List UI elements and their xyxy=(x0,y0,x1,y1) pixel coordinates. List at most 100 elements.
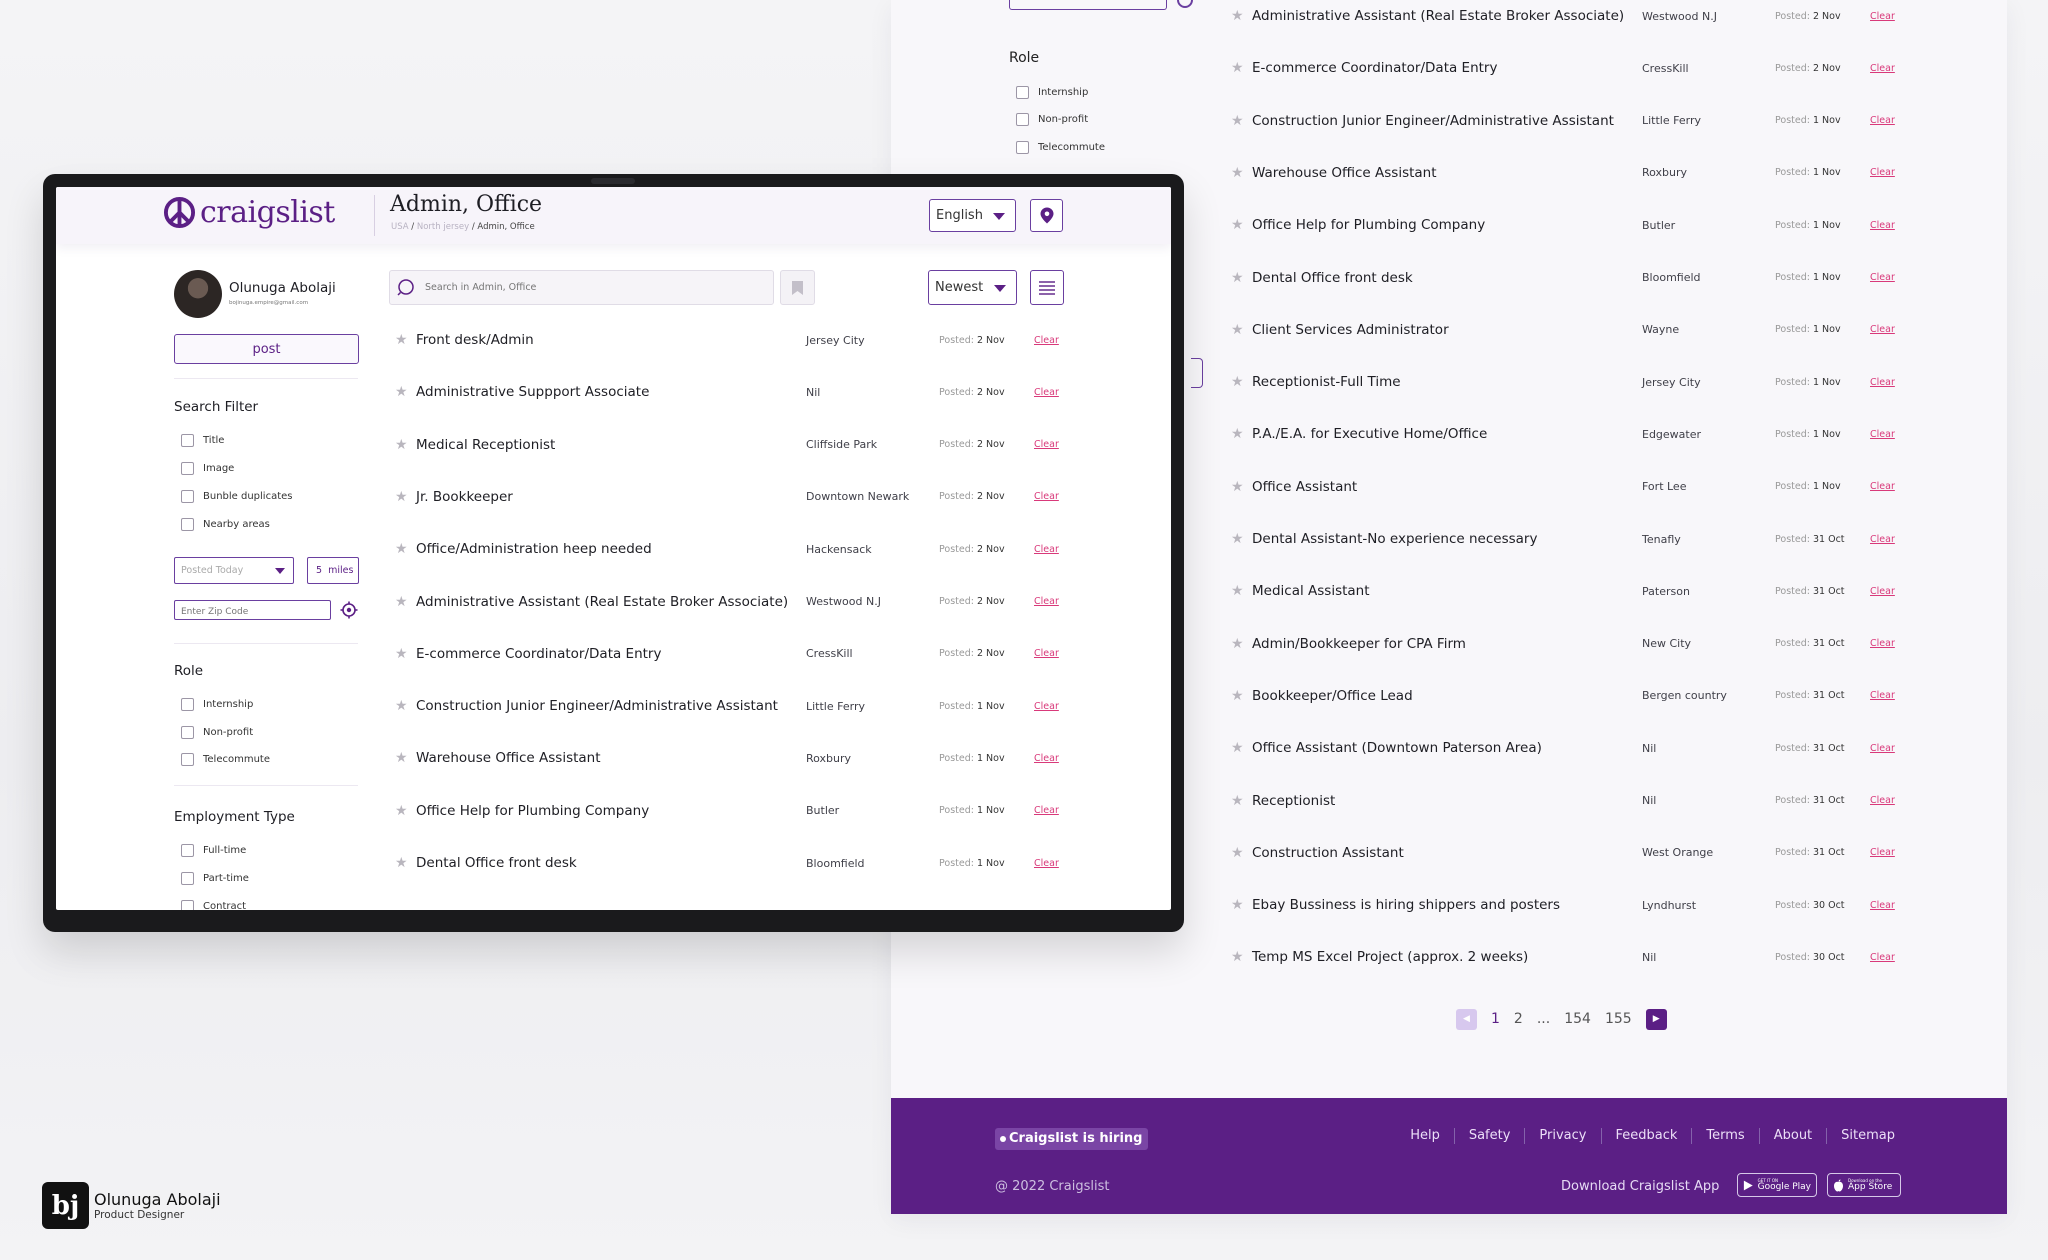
clear-link[interactable]: Clear xyxy=(1870,534,1895,545)
checkbox-icon[interactable] xyxy=(181,490,194,503)
star-icon[interactable]: ★ xyxy=(1231,322,1245,338)
listing-title[interactable]: Administrative Assistant (Real Estate Br… xyxy=(416,594,806,610)
clear-link[interactable]: Clear xyxy=(1034,753,1059,764)
listing-title[interactable]: Front desk/Admin xyxy=(416,332,806,348)
employment-fulltime-checkbox[interactable]: Full-time xyxy=(181,844,246,857)
listing-title[interactable]: P.A./E.A. for Executive Home/Office xyxy=(1252,426,1642,442)
listing-title[interactable]: Receptionist xyxy=(1252,793,1642,809)
role-nonprofit-checkbox[interactable]: Non-profit xyxy=(1016,113,1088,126)
star-icon[interactable]: ★ xyxy=(1231,583,1245,599)
clear-link[interactable]: Clear xyxy=(1870,481,1895,492)
hiring-badge[interactable]: Craigslist is hiring xyxy=(995,1128,1149,1150)
listing-row[interactable]: ★ Jr. Bookkeeper Downtown Newark Posted: 2 … xyxy=(389,471,1089,523)
listing-title[interactable]: Temp MS Excel Project (approx. 2 weeks) xyxy=(1252,949,1642,965)
filter-image-checkbox[interactable]: Image xyxy=(181,462,234,475)
clear-link[interactable]: Clear xyxy=(1034,648,1059,659)
star-icon[interactable]: ★ xyxy=(1231,531,1245,547)
role-internship-checkbox[interactable]: Internship xyxy=(1016,86,1088,99)
listing-title[interactable]: Dental Assistant-No experience necessary xyxy=(1252,531,1642,547)
listing-title[interactable]: Office Help for Plumbing Company xyxy=(416,803,806,819)
checkbox-icon[interactable] xyxy=(181,872,194,885)
star-icon[interactable]: ★ xyxy=(395,803,409,819)
listing-title[interactable]: Jr. Bookkeeper xyxy=(416,489,806,505)
star-icon[interactable]: ★ xyxy=(1231,636,1245,652)
star-icon[interactable]: ★ xyxy=(1231,217,1245,233)
listing-title[interactable]: Office Assistant (Downtown Paterson Area… xyxy=(1252,740,1642,756)
checkbox-icon[interactable] xyxy=(181,753,194,766)
listing-title[interactable]: Administrative Suppport Associate xyxy=(416,384,806,400)
listing-row[interactable]: ★ Dental Office front desk Bloomfield Poste… xyxy=(389,837,1089,889)
avatar[interactable] xyxy=(174,270,222,318)
page-2-link[interactable]: 2 xyxy=(1514,1011,1523,1027)
star-icon[interactable]: ★ xyxy=(1231,845,1245,861)
craigslist-logo[interactable]: craigslist xyxy=(163,195,335,230)
star-icon[interactable]: ★ xyxy=(1231,113,1245,129)
clear-link[interactable]: Clear xyxy=(1034,387,1059,398)
clear-link[interactable]: Clear xyxy=(1870,638,1895,649)
listing-row[interactable]: ★ Receptionist-Full Time Jersey City Posted… xyxy=(1231,356,1931,408)
clear-link[interactable]: Clear xyxy=(1870,324,1895,335)
footer-link-privacy[interactable]: Privacy xyxy=(1524,1128,1600,1144)
star-icon[interactable]: ★ xyxy=(1231,426,1245,442)
listing-title[interactable]: Office/Administration heep needed xyxy=(416,541,806,557)
listing-row[interactable]: ★ Front desk/Admin Jersey City Posted: 2 No… xyxy=(389,314,1089,366)
listing-row[interactable]: ★ Warehouse Office Assistant Roxbury Posted… xyxy=(389,732,1089,784)
star-icon[interactable]: ★ xyxy=(1231,793,1245,809)
star-icon[interactable]: ★ xyxy=(1231,8,1245,24)
star-icon[interactable]: ★ xyxy=(395,698,409,714)
listing-row[interactable]: ★ Office Assistant Fort Lee Posted: 1 Nov Cl… xyxy=(1231,461,1931,513)
checkbox-icon[interactable] xyxy=(181,900,194,910)
listing-row[interactable]: ★ Construction Junior Engineer/Administra… xyxy=(1231,95,1931,147)
clear-link[interactable]: Clear xyxy=(1870,272,1895,283)
clear-link[interactable]: Clear xyxy=(1870,586,1895,597)
list-view-button[interactable] xyxy=(1030,270,1064,305)
checkbox-icon[interactable] xyxy=(181,726,194,739)
clear-link[interactable]: Clear xyxy=(1034,596,1059,607)
zip-code-input[interactable] xyxy=(1009,0,1167,10)
listing-row[interactable]: ★ Medical Receptionist Cliffside Park Poste… xyxy=(389,419,1089,471)
listing-row[interactable]: ★ Office/Administration heep needed Hacken… xyxy=(389,523,1089,575)
page-1-link[interactable]: 1 xyxy=(1491,1011,1500,1027)
posted-date-select[interactable]: Posted Today xyxy=(174,557,294,584)
listing-row[interactable]: ★ Dental Office front desk Bloomfield Poste… xyxy=(1231,252,1931,304)
checkbox-icon[interactable] xyxy=(1016,86,1029,99)
clear-link[interactable]: Clear xyxy=(1870,167,1895,178)
star-icon[interactable]: ★ xyxy=(1231,897,1245,913)
locate-icon[interactable] xyxy=(340,601,358,619)
clear-link[interactable]: Clear xyxy=(1034,858,1059,869)
listing-title[interactable]: Warehouse Office Assistant xyxy=(1252,165,1642,181)
listing-row[interactable]: ★ Administrative Assistant (Real Estate B… xyxy=(389,576,1089,628)
listing-title[interactable]: Office Assistant xyxy=(1252,479,1642,495)
listing-title[interactable]: Bookkeeper/Office Lead xyxy=(1252,688,1642,704)
clear-link[interactable]: Clear xyxy=(1870,690,1895,701)
clear-link[interactable]: Clear xyxy=(1870,63,1895,74)
listing-title[interactable]: Construction Junior Engineer/Administrat… xyxy=(1252,113,1642,129)
breadcrumb-usa[interactable]: USA xyxy=(391,222,409,232)
listing-row[interactable]: ★ E-commerce Coordinator/Data Entry CressK… xyxy=(389,628,1089,680)
checkbox-icon[interactable] xyxy=(181,844,194,857)
google-play-badge[interactable]: GET IT ON Google Play xyxy=(1737,1173,1817,1197)
star-icon[interactable]: ★ xyxy=(1231,740,1245,756)
listing-row[interactable]: ★ Dental Assistant-No experience necessar… xyxy=(1231,513,1931,565)
clear-link[interactable]: Clear xyxy=(1034,491,1059,502)
checkbox-icon[interactable] xyxy=(181,462,194,475)
listing-row[interactable]: ★ E-commerce Coordinator/Data Entry CressK… xyxy=(1231,42,1931,94)
listing-title[interactable]: Receptionist-Full Time xyxy=(1252,374,1642,390)
star-icon[interactable]: ★ xyxy=(1231,949,1245,965)
clear-link[interactable]: Clear xyxy=(1870,220,1895,231)
post-button[interactable]: post xyxy=(174,334,359,364)
star-icon[interactable]: ★ xyxy=(395,332,409,348)
language-select[interactable]: English xyxy=(929,199,1016,232)
breadcrumb-north-jersey[interactable]: North jersey xyxy=(417,222,469,232)
listing-title[interactable]: Client Services Administrator xyxy=(1252,322,1642,338)
checkbox-icon[interactable] xyxy=(181,434,194,447)
listing-title[interactable]: E-commerce Coordinator/Data Entry xyxy=(416,646,806,662)
search-bar[interactable] xyxy=(389,270,774,305)
star-icon[interactable]: ★ xyxy=(1231,270,1245,286)
clear-link[interactable]: Clear xyxy=(1034,805,1059,816)
listing-title[interactable]: Medical Assistant xyxy=(1252,583,1642,599)
listing-title[interactable]: Office Help for Plumbing Company xyxy=(1252,217,1642,233)
role-telecommute-checkbox[interactable]: Telecommute xyxy=(1016,141,1105,154)
clear-link[interactable]: Clear xyxy=(1870,952,1895,963)
app-store-badge[interactable]: Download on the App Store xyxy=(1827,1173,1901,1197)
